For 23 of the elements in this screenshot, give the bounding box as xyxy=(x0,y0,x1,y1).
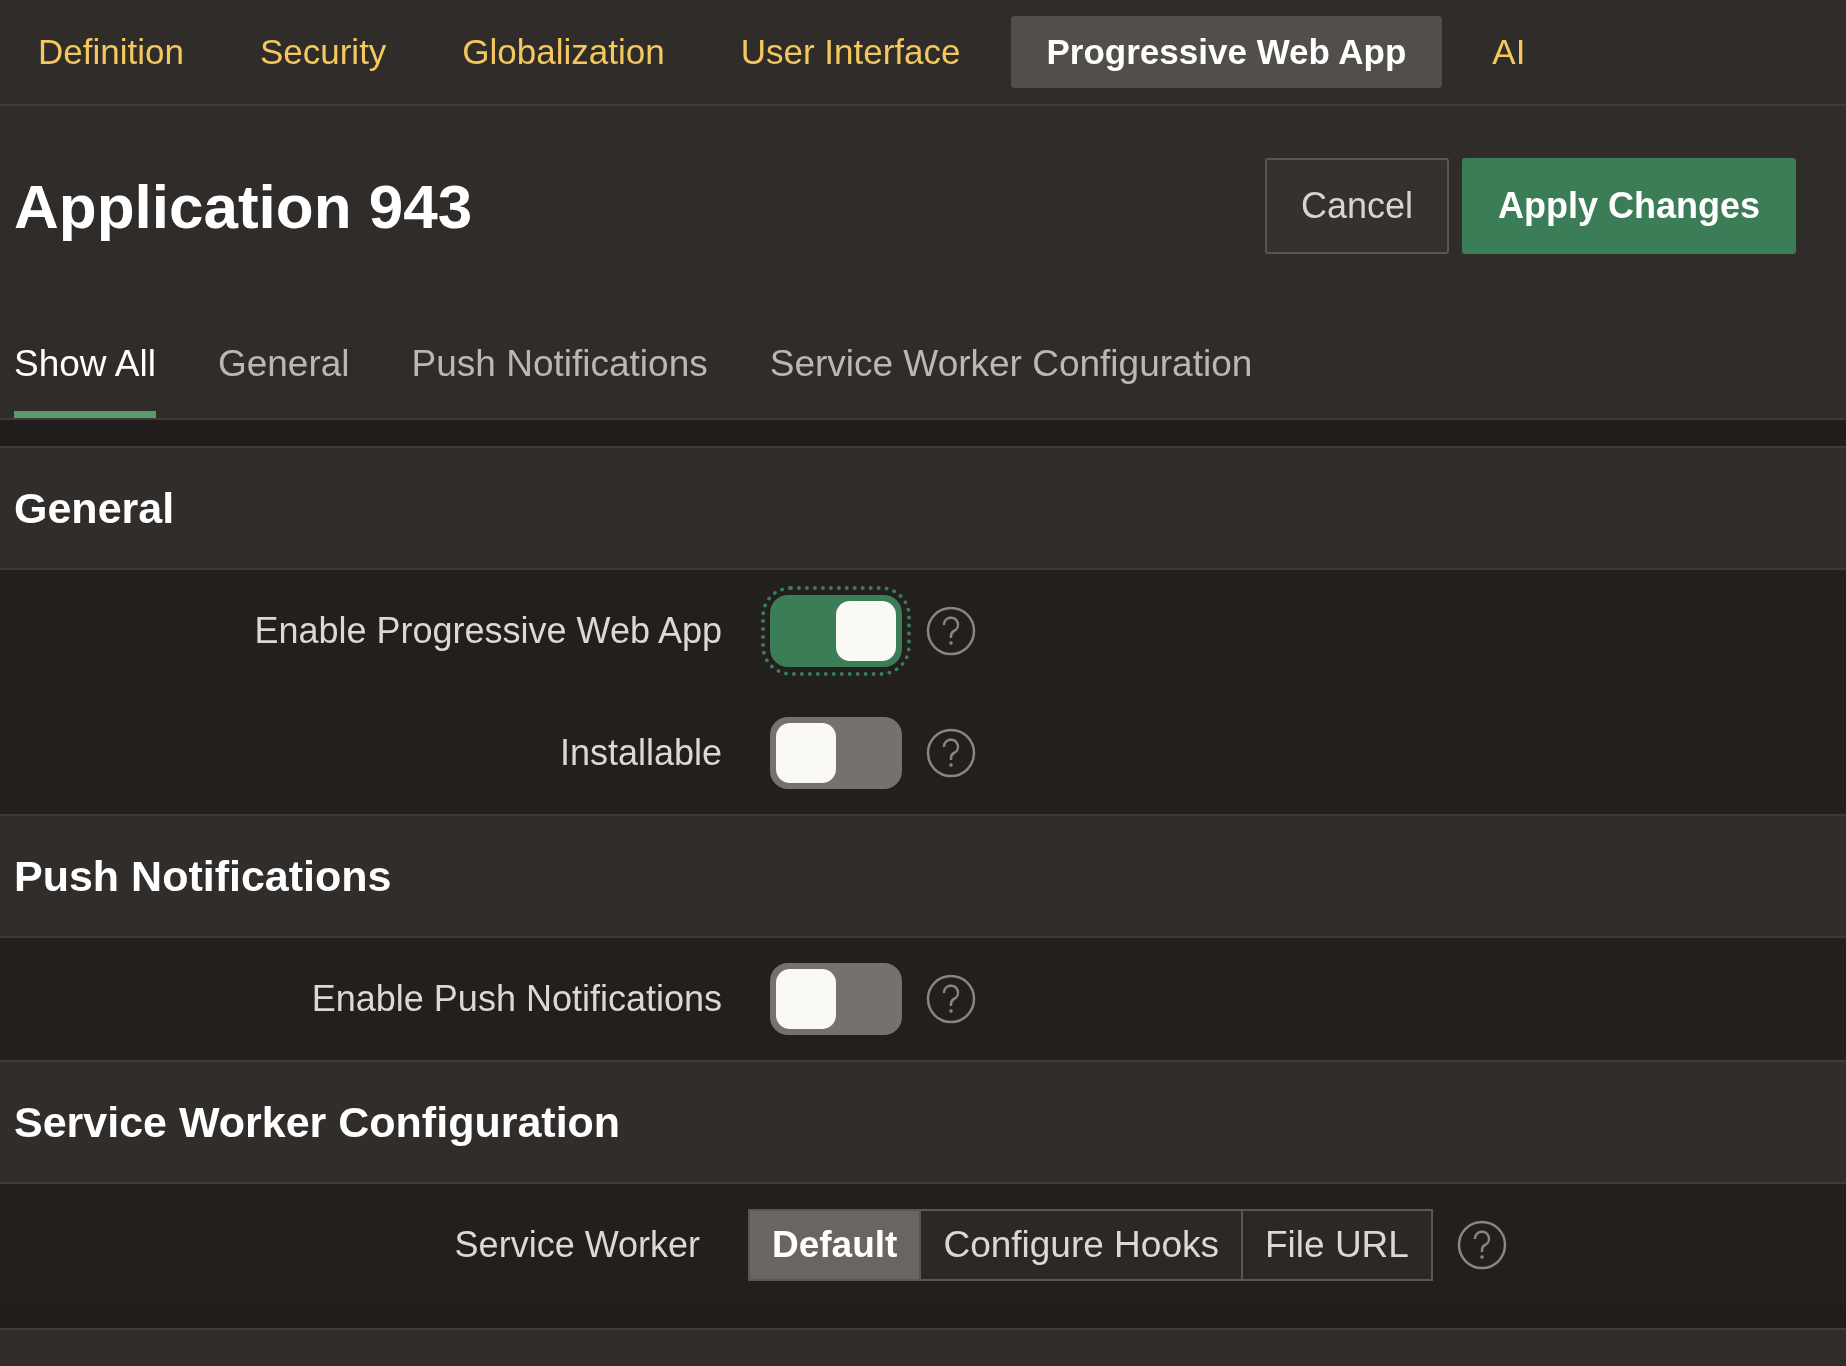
section-tab[interactable]: Service Worker Configuration xyxy=(769,335,1253,418)
cancel-button[interactable]: Cancel xyxy=(1264,158,1449,254)
nav-tab[interactable]: Definition xyxy=(12,16,210,88)
nav-tab[interactable]: Security xyxy=(233,16,413,88)
section-title: Service Worker Configuration xyxy=(14,1096,621,1148)
section-tab[interactable]: Show All xyxy=(14,335,156,418)
section-tab[interactable]: General xyxy=(217,335,350,418)
page-title: Application 943 xyxy=(14,170,473,243)
segment-option[interactable]: Configure Hooks xyxy=(919,1211,1241,1279)
nav-tab[interactable]: Progressive Web App xyxy=(1010,16,1443,88)
section-title: Push Notifications xyxy=(14,850,392,902)
field-label: Enable Push Notifications xyxy=(310,977,722,1021)
apply-button[interactable]: Apply Changes xyxy=(1461,158,1796,254)
nav-tab[interactable]: Globalization xyxy=(436,16,691,88)
nav-tab[interactable]: AI xyxy=(1466,16,1552,88)
field-label: Installable xyxy=(558,731,722,775)
field-label: Enable Progressive Web App xyxy=(253,609,722,653)
section-title: General xyxy=(14,482,175,534)
section-tab[interactable]: Push Notifications xyxy=(411,335,708,418)
segment-option[interactable]: Default xyxy=(750,1211,920,1279)
nav-tab[interactable]: User Interface xyxy=(714,16,987,88)
segment-option[interactable]: File URL xyxy=(1241,1211,1431,1279)
field-label: Service Worker xyxy=(453,1223,700,1267)
